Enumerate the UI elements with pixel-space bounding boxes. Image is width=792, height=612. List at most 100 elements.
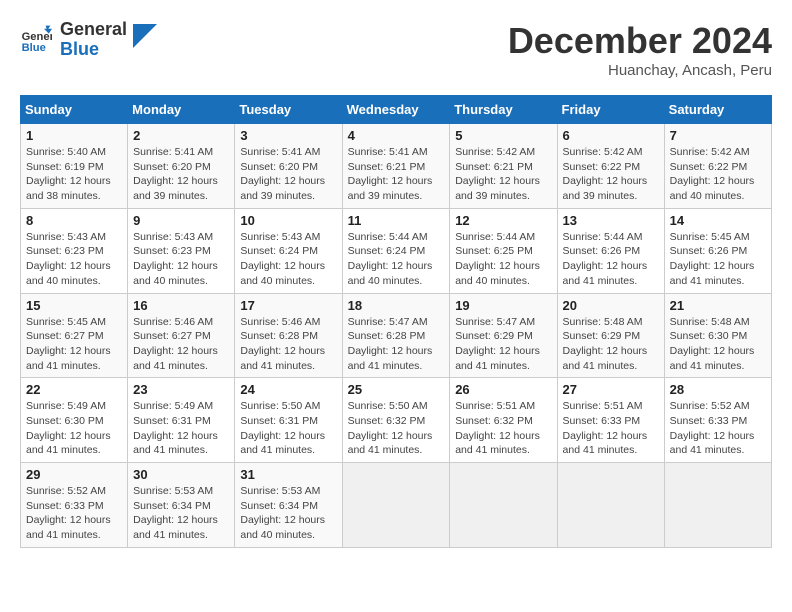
calendar-cell: 27Sunrise: 5:51 AM Sunset: 6:33 PM Dayli… [557,378,664,463]
day-number: 30 [133,467,229,482]
title-area: December 2024 Huanchay, Ancash, Peru [508,20,772,79]
day-info: Sunrise: 5:52 AM Sunset: 6:33 PM Dayligh… [26,484,122,543]
calendar-week-5: 29 Sunrise: 5:52 AM Sunset: 6:33 PM Dayli… [21,463,772,548]
day-info: Sunrise: 5:53 AM Sunset: 6:34 PM Dayligh… [133,484,229,543]
calendar-cell: 31 Sunrise: 5:53 AM Sunset: 6:34 PM Dayli… [235,463,342,548]
calendar-cell: 15 Sunrise: 5:45 AM Sunset: 6:27 PM Dayli… [21,293,128,378]
day-info: Sunrise: 5:49 AM Sunset: 6:30 PM Dayligh… [26,399,122,458]
day-info: Sunrise: 5:44 AM Sunset: 6:26 PM Dayligh… [563,230,659,289]
svg-text:Blue: Blue [22,42,46,54]
day-info: Sunrise: 5:45 AM Sunset: 6:26 PM Dayligh… [670,230,766,289]
calendar-cell: 2Sunrise: 5:41 AM Sunset: 6:20 PM Daylig… [128,124,235,209]
calendar-cell: 10Sunrise: 5:43 AM Sunset: 6:24 PM Dayli… [235,208,342,293]
day-number: 24 [240,382,336,397]
calendar-cell: 1 Sunrise: 5:40 AM Sunset: 6:19 PM Daylig… [21,124,128,209]
calendar-cell: 3 Sunrise: 5:41 AM Sunset: 6:20 PM Daylig… [235,124,342,209]
logo-text-general: General [60,20,127,40]
calendar-week-2: 8 Sunrise: 5:43 AM Sunset: 6:23 PM Daylig… [21,208,772,293]
weekday-header-wednesday: Wednesday [342,96,450,124]
day-number: 3 [240,128,336,143]
day-number: 12 [455,213,551,228]
day-info: Sunrise: 5:49 AM Sunset: 6:31 PM Dayligh… [133,399,229,458]
calendar-week-4: 22Sunrise: 5:49 AM Sunset: 6:30 PM Dayli… [21,378,772,463]
day-info: Sunrise: 5:53 AM Sunset: 6:34 PM Dayligh… [240,484,336,543]
day-info: Sunrise: 5:50 AM Sunset: 6:31 PM Dayligh… [240,399,336,458]
calendar-cell: 12 Sunrise: 5:44 AM Sunset: 6:25 PM Dayli… [450,208,557,293]
day-number: 1 [26,128,122,143]
day-number: 29 [26,467,122,482]
calendar-cell [664,463,771,548]
day-info: Sunrise: 5:41 AM Sunset: 6:20 PM Dayligh… [240,145,336,204]
weekday-header-thursday: Thursday [450,96,557,124]
day-info: Sunrise: 5:43 AM Sunset: 6:23 PM Dayligh… [26,230,122,289]
month-title: December 2024 [508,20,772,62]
calendar-cell: 5 Sunrise: 5:42 AM Sunset: 6:21 PM Daylig… [450,124,557,209]
logo-icon: General Blue [20,24,52,56]
day-info: Sunrise: 5:43 AM Sunset: 6:23 PM Dayligh… [133,230,229,289]
day-info: Sunrise: 5:51 AM Sunset: 6:33 PM Dayligh… [563,399,659,458]
calendar-cell: 29 Sunrise: 5:52 AM Sunset: 6:33 PM Dayli… [21,463,128,548]
day-info: Sunrise: 5:48 AM Sunset: 6:29 PM Dayligh… [563,315,659,374]
logo-text-blue: Blue [60,40,127,60]
day-number: 10 [240,213,336,228]
calendar-cell [342,463,450,548]
day-number: 23 [133,382,229,397]
day-info: Sunrise: 5:42 AM Sunset: 6:22 PM Dayligh… [670,145,766,204]
day-number: 17 [240,298,336,313]
calendar-cell: 13 Sunrise: 5:44 AM Sunset: 6:26 PM Dayli… [557,208,664,293]
calendar-week-3: 15 Sunrise: 5:45 AM Sunset: 6:27 PM Dayli… [21,293,772,378]
day-info: Sunrise: 5:44 AM Sunset: 6:25 PM Dayligh… [455,230,551,289]
day-number: 8 [26,213,122,228]
logo-arrow-icon [133,24,157,48]
day-info: Sunrise: 5:52 AM Sunset: 6:33 PM Dayligh… [670,399,766,458]
day-number: 11 [348,213,445,228]
calendar-cell: 30 Sunrise: 5:53 AM Sunset: 6:34 PM Dayli… [128,463,235,548]
calendar-week-1: 1 Sunrise: 5:40 AM Sunset: 6:19 PM Daylig… [21,124,772,209]
day-info: Sunrise: 5:47 AM Sunset: 6:28 PM Dayligh… [348,315,445,374]
day-number: 31 [240,467,336,482]
day-number: 15 [26,298,122,313]
svg-text:General: General [22,31,52,43]
calendar-body: 1 Sunrise: 5:40 AM Sunset: 6:19 PM Daylig… [21,124,772,548]
day-number: 7 [670,128,766,143]
day-info: Sunrise: 5:45 AM Sunset: 6:27 PM Dayligh… [26,315,122,374]
calendar-cell: 7 Sunrise: 5:42 AM Sunset: 6:22 PM Daylig… [664,124,771,209]
day-info: Sunrise: 5:46 AM Sunset: 6:28 PM Dayligh… [240,315,336,374]
calendar-cell: 22Sunrise: 5:49 AM Sunset: 6:30 PM Dayli… [21,378,128,463]
calendar-cell: 9 Sunrise: 5:43 AM Sunset: 6:23 PM Daylig… [128,208,235,293]
calendar-cell: 28 Sunrise: 5:52 AM Sunset: 6:33 PM Dayli… [664,378,771,463]
day-info: Sunrise: 5:44 AM Sunset: 6:24 PM Dayligh… [348,230,445,289]
calendar-cell: 16Sunrise: 5:46 AM Sunset: 6:27 PM Dayli… [128,293,235,378]
day-number: 21 [670,298,766,313]
day-number: 5 [455,128,551,143]
weekday-header-monday: Monday [128,96,235,124]
day-info: Sunrise: 5:42 AM Sunset: 6:21 PM Dayligh… [455,145,551,204]
day-number: 26 [455,382,551,397]
calendar-cell: 14 Sunrise: 5:45 AM Sunset: 6:26 PM Dayli… [664,208,771,293]
day-number: 16 [133,298,229,313]
calendar-cell [557,463,664,548]
day-number: 20 [563,298,659,313]
day-number: 28 [670,382,766,397]
calendar-cell: 11 Sunrise: 5:44 AM Sunset: 6:24 PM Dayli… [342,208,450,293]
day-info: Sunrise: 5:48 AM Sunset: 6:30 PM Dayligh… [670,315,766,374]
day-number: 14 [670,213,766,228]
page-header: General Blue General Blue December 2024 … [20,20,772,79]
calendar-cell: 4Sunrise: 5:41 AM Sunset: 6:21 PM Daylig… [342,124,450,209]
calendar-cell: 26 Sunrise: 5:51 AM Sunset: 6:32 PM Dayli… [450,378,557,463]
day-number: 6 [563,128,659,143]
calendar-cell: 23 Sunrise: 5:49 AM Sunset: 6:31 PM Dayli… [128,378,235,463]
calendar-cell: 21 Sunrise: 5:48 AM Sunset: 6:30 PM Dayli… [664,293,771,378]
day-number: 13 [563,213,659,228]
day-info: Sunrise: 5:51 AM Sunset: 6:32 PM Dayligh… [455,399,551,458]
calendar-table: SundayMondayTuesdayWednesdayThursdayFrid… [20,95,772,548]
calendar-cell: 6Sunrise: 5:42 AM Sunset: 6:22 PM Daylig… [557,124,664,209]
calendar-cell [450,463,557,548]
weekday-header-saturday: Saturday [664,96,771,124]
day-number: 18 [348,298,445,313]
day-number: 9 [133,213,229,228]
calendar-cell: 24 Sunrise: 5:50 AM Sunset: 6:31 PM Dayli… [235,378,342,463]
day-info: Sunrise: 5:50 AM Sunset: 6:32 PM Dayligh… [348,399,445,458]
day-info: Sunrise: 5:40 AM Sunset: 6:19 PM Dayligh… [26,145,122,204]
day-info: Sunrise: 5:47 AM Sunset: 6:29 PM Dayligh… [455,315,551,374]
